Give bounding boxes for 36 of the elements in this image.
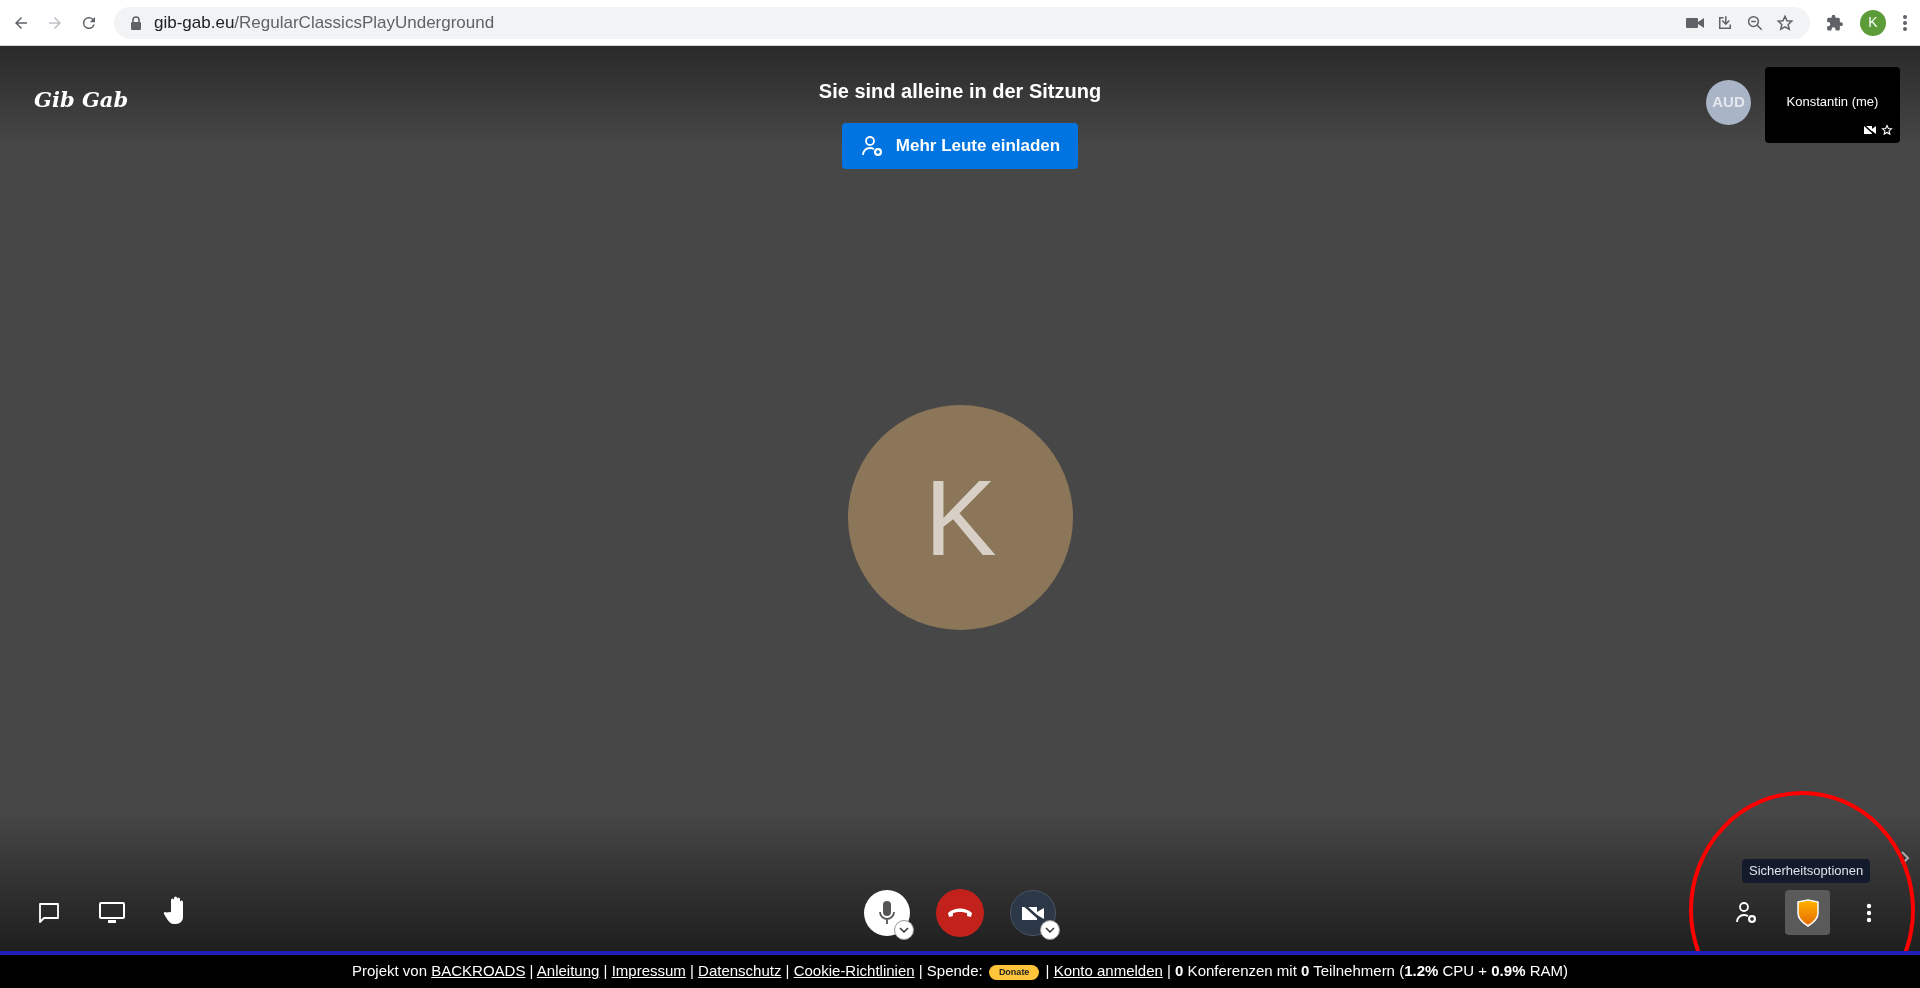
caret-icon (1045, 927, 1055, 933)
footer-link[interactable]: BACKROADS (431, 962, 526, 980)
video-off-icon (1864, 125, 1876, 135)
footer-link[interactable]: Impressum (611, 962, 686, 980)
address-bar[interactable]: gib-gab.eu/RegularClassicsPlayUnderground (114, 6, 1810, 39)
menu-icon[interactable] (1902, 13, 1908, 32)
donate-button[interactable]: Donate (988, 964, 1040, 981)
add-person-icon (859, 134, 884, 158)
security-button[interactable] (1785, 890, 1830, 935)
camera-icon[interactable] (1686, 15, 1704, 30)
lock-icon (130, 15, 142, 30)
footer-link[interactable]: Cookie-Richtlinien (793, 962, 915, 980)
more-options-icon[interactable] (1866, 903, 1872, 923)
participant-name: Konstantin (me) (1786, 93, 1879, 111)
footer-link[interactable]: Anleitung (536, 962, 600, 980)
chat-icon[interactable] (37, 901, 61, 925)
tooltip: Sicherheitsoptionen (1742, 859, 1871, 883)
shield-icon (1795, 898, 1820, 927)
footer-link[interactable]: Datenschutz (698, 962, 782, 980)
zoom-out-icon[interactable] (1746, 13, 1764, 32)
install-icon[interactable] (1716, 13, 1734, 32)
caret-icon (899, 927, 909, 933)
invite-button[interactable]: Mehr Leute einladen (842, 123, 1078, 169)
puzzle-icon[interactable] (1826, 13, 1844, 32)
star-icon[interactable] (1776, 13, 1794, 32)
microphone-icon (878, 900, 896, 926)
phone-icon (947, 907, 973, 919)
add-person-icon[interactable] (1734, 901, 1758, 925)
logo: Gib Gab (34, 86, 129, 114)
footer-text: Projekt von BACKROADS | Anleitung | Impressum | Datenschutz | Cookie-Richtlinien | Spende: Donate | Konto anmelden | 0 Konferenzen mit 0 Teilnehmern (1.2% CPU + 0.9% RAM) (352, 961, 1568, 983)
footer-link[interactable]: Konto anmelden (1053, 962, 1163, 980)
self-view-thumbnail[interactable]: Konstantin (me) (1765, 67, 1900, 143)
avatar: K (848, 405, 1073, 630)
screen-share-icon[interactable] (99, 902, 125, 924)
url-text: gib-gab.eu/RegularClassicsPlayUnderground (154, 11, 495, 34)
status-title: Sie sind alleine in der Sitzung (818, 79, 1102, 104)
